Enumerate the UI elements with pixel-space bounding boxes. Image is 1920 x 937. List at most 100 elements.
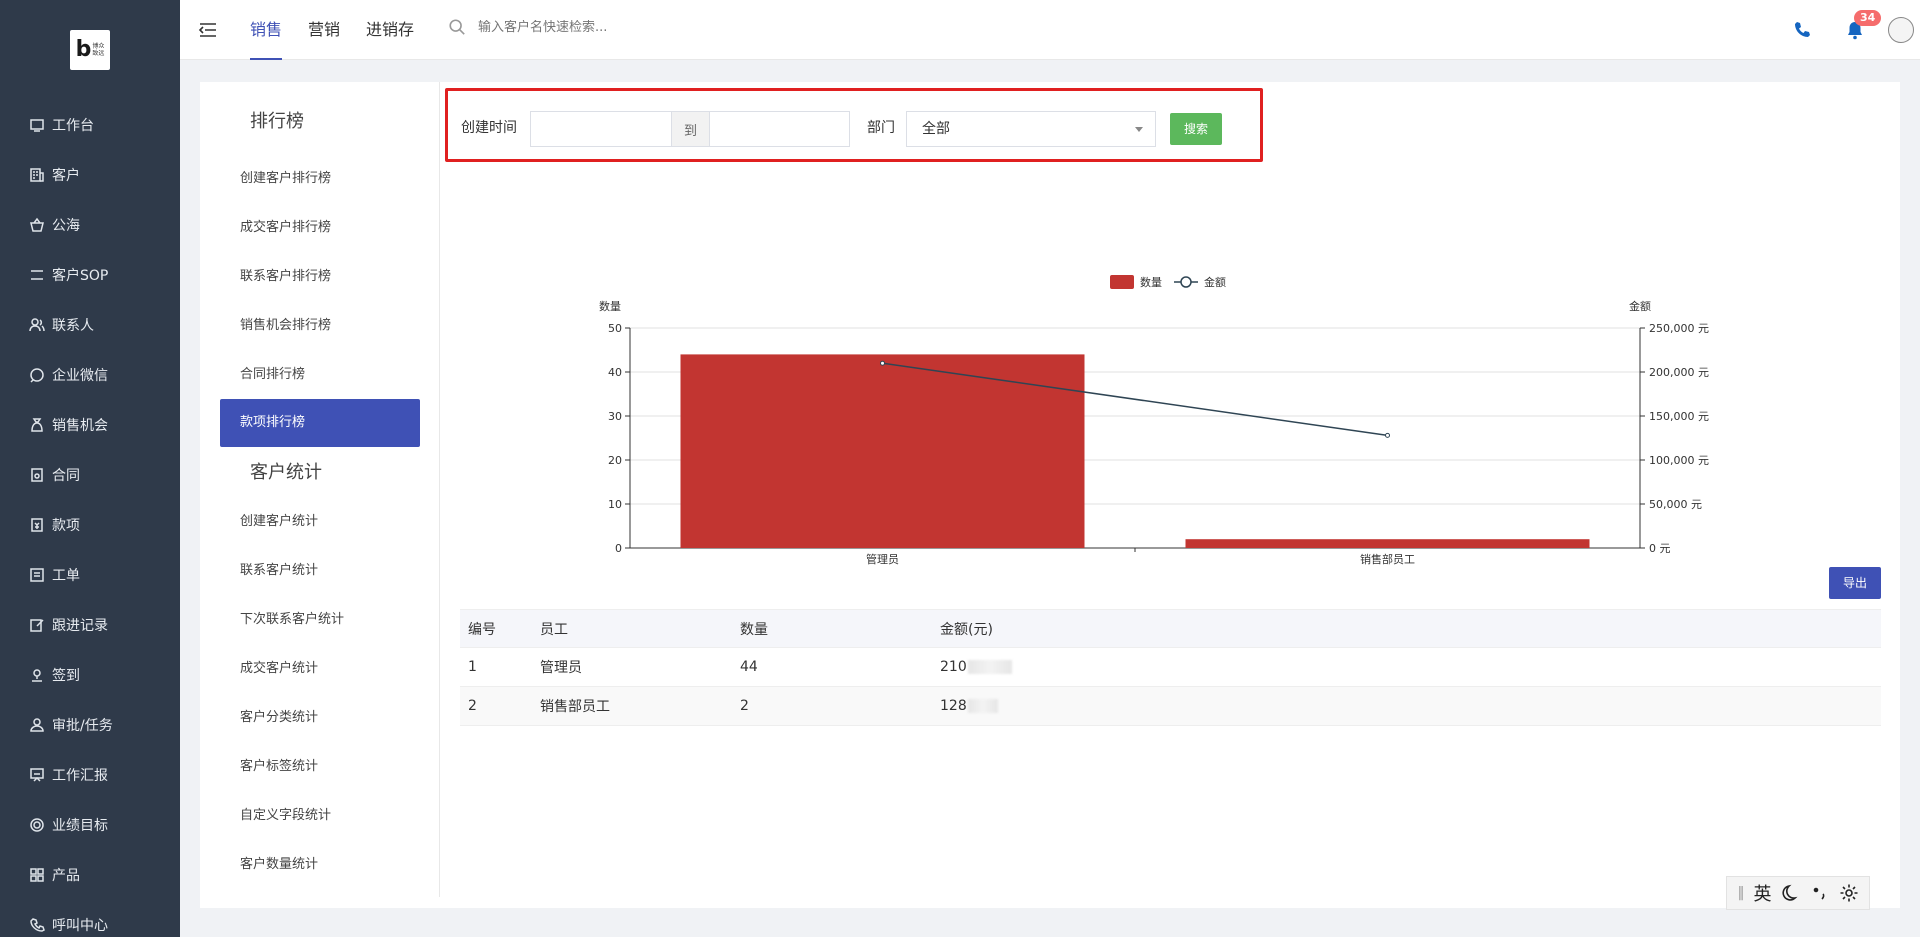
report-menu: 排行榜 创建客户排行榜 成交客户排行榜 联系客户排行榜 销售机会排行榜 合同排行榜 款项排… — [200, 82, 440, 897]
report-menu-item[interactable]: 合同排行榜 — [200, 350, 439, 399]
cell-amount: 210 — [940, 659, 1881, 675]
punctuation-icon[interactable] — [1810, 883, 1830, 903]
avatar[interactable] — [1888, 17, 1914, 43]
created-time-label: 创建时间 — [461, 120, 517, 136]
sidebar-item-label: 审批/任务 — [52, 718, 113, 734]
sidebar-item[interactable]: 款项 — [0, 500, 180, 550]
sidebar-item[interactable]: 呼叫中心 — [0, 900, 180, 937]
sidebar-item-label: 客户SOP — [52, 268, 109, 284]
table-row[interactable]: 2 销售部员工 2 128 — [460, 687, 1881, 726]
notification-badge: 34 — [1854, 10, 1882, 26]
top-right-actions: 34 — [1720, 0, 1920, 60]
ime-toolbar: ‖ 英 — [1726, 876, 1870, 910]
customer-stats-section-title: 客户统计 — [250, 462, 322, 483]
y-left-tick-label: 30 — [608, 410, 622, 423]
sidebar-item[interactable]: 工单 — [0, 550, 180, 600]
export-button[interactable]: 导出 — [1829, 567, 1881, 599]
report-menu-item[interactable]: 客户分类统计 — [200, 693, 439, 742]
sidebar-item[interactable]: 业绩目标 — [0, 800, 180, 850]
gear-icon[interactable] — [1839, 883, 1859, 903]
sidebar-item[interactable]: 联系人 — [0, 300, 180, 350]
report-menu-item[interactable]: 下次联系客户统计 — [200, 595, 439, 644]
search-icon — [449, 19, 465, 35]
drag-handle-icon[interactable]: ‖ — [1738, 885, 1745, 901]
redacted-mask — [967, 660, 1012, 674]
sidebar-item[interactable]: 客户SOP — [0, 250, 180, 300]
sidebar-item-label: 客户 — [52, 168, 80, 184]
sidebar-item[interactable]: 合同 — [0, 450, 180, 500]
moon-icon[interactable] — [1781, 883, 1801, 903]
report-menu-item[interactable]: 自定义字段统计 — [200, 791, 439, 840]
grid-icon — [28, 866, 46, 884]
header-amount[interactable]: 金额(元) — [940, 619, 1881, 639]
header-count[interactable]: 数量 — [740, 619, 940, 639]
start-date-input[interactable] — [531, 112, 671, 146]
y-left-tick-label: 10 — [608, 498, 622, 511]
y-right-tick-label: 50,000 元 — [1649, 498, 1702, 511]
sidebar-item[interactable]: 跟进记录 — [0, 600, 180, 650]
money-bag-icon — [28, 416, 46, 434]
phone-icon — [28, 916, 46, 934]
sidebar-item[interactable]: 客户 — [0, 150, 180, 200]
ranking-table: 编号 员工 数量 金额(元) 1 管理员 44 210 2 销售部员工 2 12… — [460, 609, 1881, 726]
sidebar-item-label: 企业微信 — [52, 368, 108, 384]
company-logo[interactable]: b 博众 致远 — [70, 30, 110, 70]
sidebar-item-label: 销售机会 — [52, 418, 108, 434]
tab-sales[interactable]: 销售 — [250, 0, 283, 60]
cell-count: 2 — [740, 698, 749, 714]
tab-marketing[interactable]: 营销 — [308, 0, 340, 60]
sidebar-item-label: 跟进记录 — [52, 618, 108, 634]
amount-value: 210 — [940, 659, 967, 675]
redacted-mask — [967, 699, 998, 713]
sidebar-item[interactable]: 销售机会 — [0, 400, 180, 450]
chevron-down-icon — [1135, 127, 1143, 132]
payment-icon — [28, 516, 46, 534]
report-menu-item[interactable]: 成交客户排行榜 — [200, 203, 439, 252]
menu-toggle-icon[interactable] — [198, 20, 218, 40]
sop-icon — [28, 266, 46, 284]
report-menu-item[interactable]: 客户数量统计 — [200, 840, 439, 889]
building-icon — [28, 166, 46, 184]
report-menu-item[interactable]: 成交客户统计 — [200, 644, 439, 693]
y-right-tick-label: 150,000 元 — [1649, 410, 1709, 423]
phone-icon[interactable] — [1792, 20, 1812, 40]
table-row[interactable]: 1 管理员 44 210 — [460, 648, 1881, 687]
end-date-input[interactable] — [710, 112, 849, 146]
department-select[interactable]: 全部 — [906, 111, 1156, 147]
monitor-icon — [28, 116, 46, 134]
sidebar-item[interactable]: 产品 — [0, 850, 180, 900]
tab-inventory[interactable]: 进销存 — [366, 0, 414, 60]
logo-text: 博众 致远 — [92, 43, 105, 57]
header-employee[interactable]: 员工 — [540, 619, 740, 639]
sidebar: b 博众 致远 工作台客户公海客户SOP 联系人企业微信销售机会合同 款项 工单跟进记录… — [0, 0, 180, 937]
ime-language-toggle[interactable]: 英 — [1754, 880, 1772, 906]
sidebar-item-label: 联系人 — [52, 318, 94, 334]
report-menu-item[interactable]: 款项排行榜 — [220, 399, 420, 447]
sidebar-item-label: 公海 — [52, 218, 80, 234]
cell-amount: 128 — [940, 698, 1881, 714]
report-menu-item[interactable]: 联系客户统计 — [200, 546, 439, 595]
search-input[interactable] — [478, 19, 778, 35]
department-label: 部门 — [867, 120, 895, 136]
report-menu-item[interactable]: 创建客户排行榜 — [200, 154, 439, 203]
sidebar-item[interactable]: 工作汇报 — [0, 750, 180, 800]
sidebar-item[interactable]: 公海 — [0, 200, 180, 250]
report-menu-item[interactable]: 销售机会排行榜 — [200, 301, 439, 350]
cell-employee: 管理员 — [540, 660, 582, 676]
sidebar-nav: 工作台客户公海客户SOP 联系人企业微信销售机会合同 款项 工单跟进记录签到审批/任务… — [0, 100, 180, 937]
cell-id: 2 — [468, 698, 477, 714]
sidebar-item[interactable]: 签到 — [0, 650, 180, 700]
report-menu-item[interactable]: 客户标签统计 — [200, 742, 439, 791]
sidebar-item[interactable]: 审批/任务 — [0, 700, 180, 750]
report-menu-item[interactable]: 创建客户统计 — [200, 497, 439, 546]
header-id[interactable]: 编号 — [460, 619, 540, 639]
search-button[interactable]: 搜索 — [1170, 113, 1222, 145]
logo-mark: b — [75, 37, 92, 62]
sidebar-item[interactable]: 企业微信 — [0, 350, 180, 400]
top-tabs: 销售 营销 进销存 — [250, 0, 440, 60]
range-separator: 到 — [671, 112, 710, 146]
report-menu-item[interactable]: 联系客户排行榜 — [200, 252, 439, 301]
sidebar-item-label: 工作台 — [52, 118, 94, 134]
sidebar-item[interactable]: 工作台 — [0, 100, 180, 150]
y-right-tick-label: 200,000 元 — [1649, 366, 1709, 379]
